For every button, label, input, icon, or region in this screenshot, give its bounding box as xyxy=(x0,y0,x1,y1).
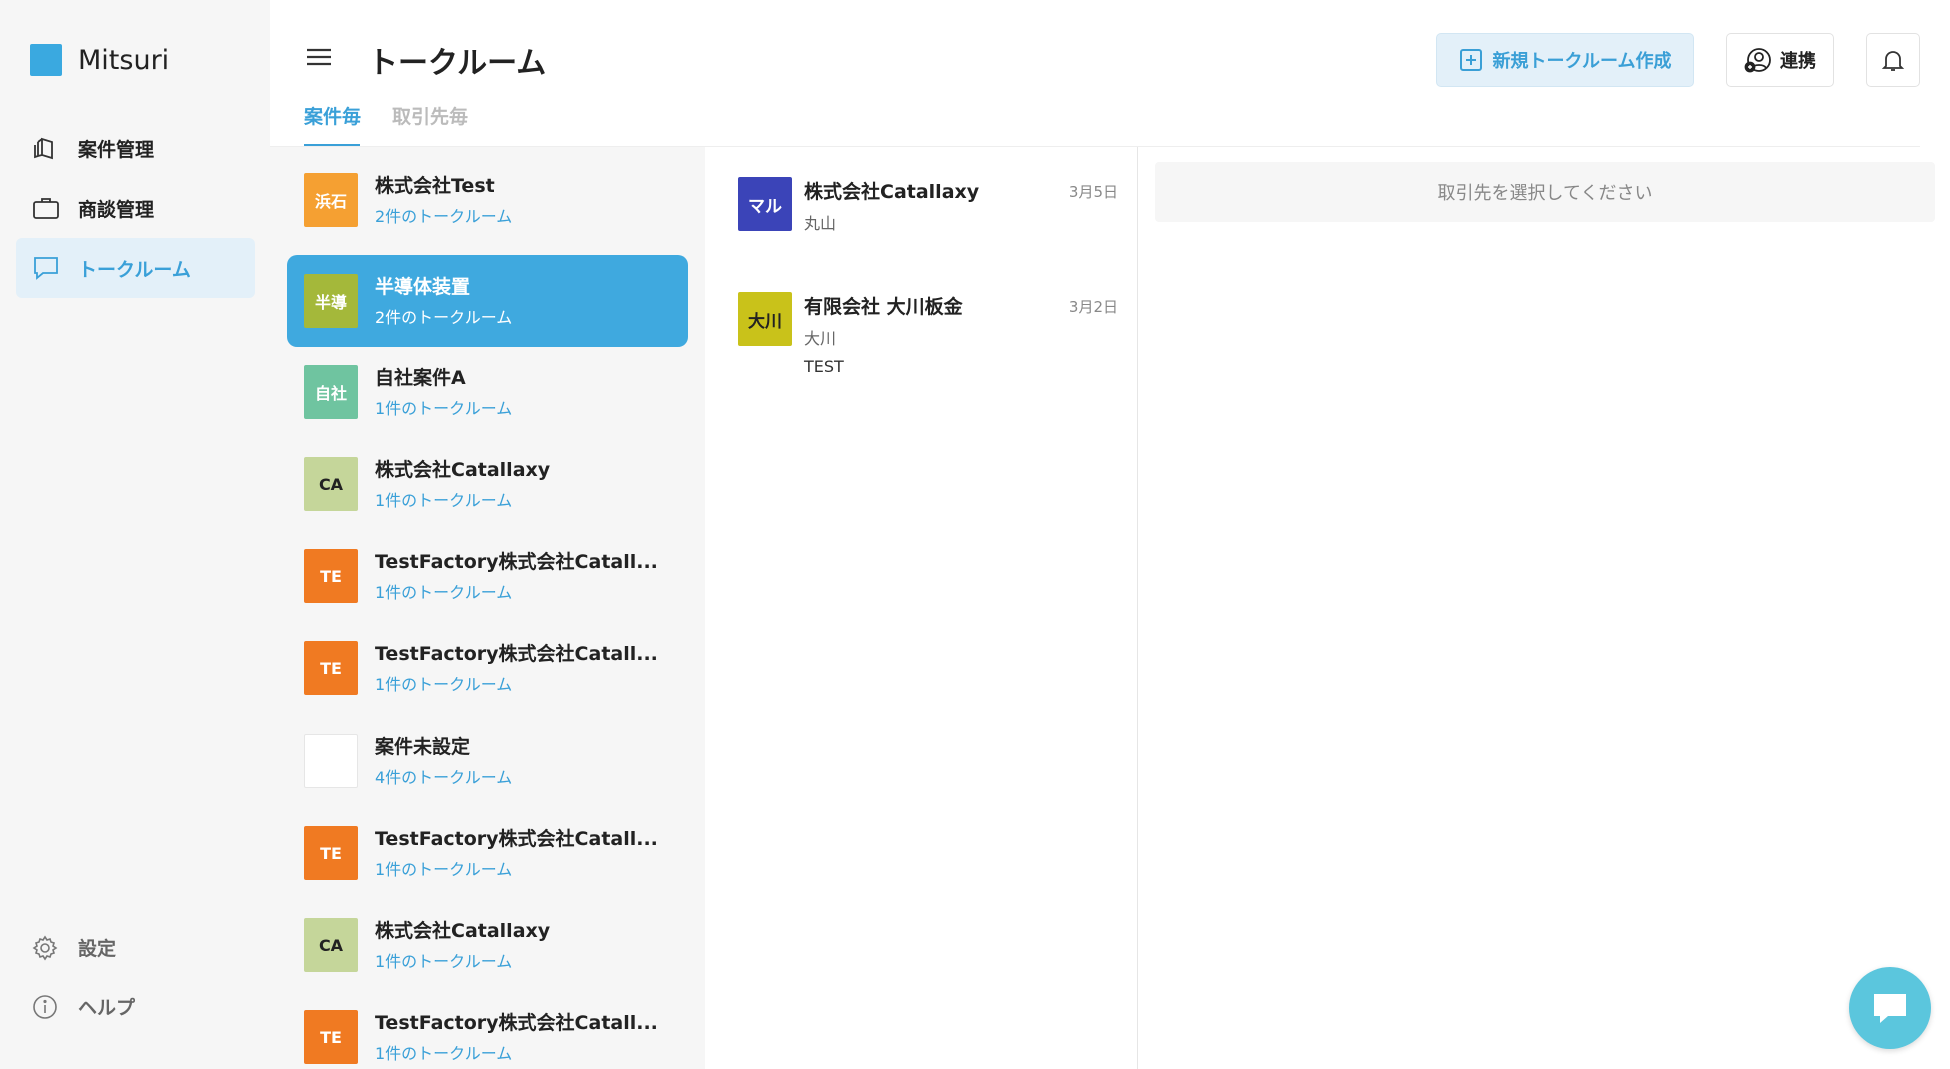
chat-support-button[interactable] xyxy=(1849,967,1931,1049)
brand-logo xyxy=(30,44,62,76)
project-item[interactable]: TE TestFactory株式会社Catall... 1件のトークルーム xyxy=(287,530,688,622)
integration-button[interactable]: 連携 xyxy=(1726,33,1834,87)
project-room-count: 1件のトークルーム xyxy=(375,583,513,602)
notifications-button[interactable] xyxy=(1866,33,1920,87)
sidebar-item-talkroom[interactable]: トークルーム xyxy=(16,238,255,298)
project-item[interactable]: TE TestFactory株式会社Catall... 1件のトークルーム xyxy=(287,991,688,1069)
new-talkroom-button[interactable]: 新規トークルーム作成 xyxy=(1436,33,1694,87)
sidebar-item-label: 案件管理 xyxy=(78,138,155,161)
brand-name: Mitsuri xyxy=(78,44,170,76)
project-avatar: TE xyxy=(304,1010,358,1064)
sidebar-item-deals[interactable]: 商談管理 xyxy=(16,178,255,238)
gear-icon xyxy=(32,935,58,960)
client-date: 3月2日 xyxy=(1068,298,1118,316)
detail-panel: 取引先を選択してください xyxy=(1139,147,1950,1069)
project-name: TestFactory株式会社Catall... xyxy=(375,551,658,573)
project-room-count: 2件のトークルーム xyxy=(375,308,513,327)
project-room-count: 2件のトークルーム xyxy=(375,207,513,226)
project-item[interactable]: 半導 半導体装置 2件のトークルーム xyxy=(287,255,688,347)
project-room-count: 1件のトークルーム xyxy=(375,675,513,694)
client-date: 3月5日 xyxy=(1068,183,1118,201)
project-name: 株式会社Catallaxy xyxy=(375,920,551,942)
project-name: TestFactory株式会社Catall... xyxy=(375,1012,658,1034)
chat-icon xyxy=(1874,994,1906,1023)
client-contact: 丸山 xyxy=(804,214,837,233)
project-item[interactable]: TE TestFactory株式会社Catall... 1件のトークルーム xyxy=(287,622,688,714)
project-item[interactable]: CA 株式会社Catallaxy 1件のトークルーム xyxy=(287,899,688,991)
project-name: 半導体装置 xyxy=(375,276,471,298)
project-name: TestFactory株式会社Catall... xyxy=(375,643,658,665)
settings-label: 設定 xyxy=(78,938,117,960)
project-avatar xyxy=(304,734,358,788)
project-name: 自社案件A xyxy=(375,367,466,389)
project-item[interactable]: 自社 自社案件A 1件のトークルーム xyxy=(287,346,688,438)
sidebar: Mitsuri 案件管理 商談管理 トークルーム 設定 ヘルプ xyxy=(0,0,270,1069)
project-list: 浜石 株式会社Test 2件のトークルーム 半導 半導体装置 2件のトークルーム 自… xyxy=(270,147,705,1069)
user-circle-plus-icon xyxy=(1744,48,1771,73)
client-last-message: TEST xyxy=(804,357,844,376)
new-talkroom-label: 新規トークルーム作成 xyxy=(1492,51,1672,72)
sidebar-item-label: トークルーム xyxy=(78,258,191,281)
header: トークルーム 新規トークルーム作成 連携 案件毎 取引先毎 xyxy=(270,0,1950,147)
plus-square-icon xyxy=(1459,49,1482,71)
bell-icon xyxy=(1881,51,1905,71)
project-name: 株式会社Test xyxy=(375,175,495,197)
chat-bubble-icon xyxy=(34,257,58,280)
project-room-count: 1件のトークルーム xyxy=(375,952,513,971)
project-name: TestFactory株式会社Catall... xyxy=(375,828,658,850)
project-avatar: 浜石 xyxy=(304,173,358,227)
project-name: 案件未設定 xyxy=(375,736,471,758)
client-item[interactable]: 大川 有限会社 大川板金 大川 TEST 3月2日 xyxy=(738,292,1118,376)
help-label: ヘルプ xyxy=(78,997,136,1019)
project-avatar: CA xyxy=(304,457,358,511)
project-avatar: TE xyxy=(304,826,358,880)
project-avatar: 自社 xyxy=(304,365,358,419)
client-list: マル 株式会社Catallaxy 丸山 3月5日 大川 有限会社 大川板金 大川… xyxy=(705,147,1138,1069)
project-name: 株式会社Catallaxy xyxy=(375,459,551,481)
briefcase-icon xyxy=(33,198,59,219)
project-item[interactable]: TE TestFactory株式会社Catall... 1件のトークルーム xyxy=(287,807,688,899)
client-avatar: 大川 xyxy=(738,292,792,346)
project-room-count: 1件のトークルーム xyxy=(375,399,513,418)
project-item[interactable]: 浜石 株式会社Test 2件のトークルーム xyxy=(287,154,688,246)
project-avatar: CA xyxy=(304,918,358,972)
project-item[interactable]: CA 株式会社Catallaxy 1件のトークルーム xyxy=(287,438,688,530)
project-item[interactable]: 案件未設定 4件のトークルーム xyxy=(287,715,688,807)
hamburger-menu-icon[interactable] xyxy=(306,46,332,68)
client-avatar: マル xyxy=(738,177,792,231)
sidebar-item-label: 商談管理 xyxy=(78,198,155,221)
sidebar-item-projects[interactable]: 案件管理 xyxy=(16,118,255,178)
project-avatar: 半導 xyxy=(304,274,358,328)
project-room-count: 1件のトークルーム xyxy=(375,860,513,879)
client-contact: 大川 xyxy=(804,329,837,348)
project-room-count: 4件のトークルーム xyxy=(375,768,513,787)
project-room-count: 1件のトークルーム xyxy=(375,491,513,510)
brand[interactable]: Mitsuri xyxy=(30,44,169,76)
cube-stack-icon xyxy=(34,137,53,160)
tab-by-client[interactable]: 取引先毎 xyxy=(392,102,468,129)
project-avatar: TE xyxy=(304,549,358,603)
info-icon xyxy=(33,994,57,1019)
page-title: トークルーム xyxy=(368,46,547,81)
empty-state-message: 取引先を選択してください xyxy=(1155,162,1935,222)
client-item[interactable]: マル 株式会社Catallaxy 丸山 3月5日 xyxy=(738,177,1118,234)
tab-by-project[interactable]: 案件毎 xyxy=(304,102,361,129)
sidebar-item-settings[interactable]: 設定 xyxy=(32,934,116,961)
sidebar-item-help[interactable]: ヘルプ xyxy=(32,993,135,1020)
project-room-count: 1件のトークルーム xyxy=(375,1044,513,1063)
integration-label: 連携 xyxy=(1780,51,1816,72)
project-avatar: TE xyxy=(304,641,358,695)
